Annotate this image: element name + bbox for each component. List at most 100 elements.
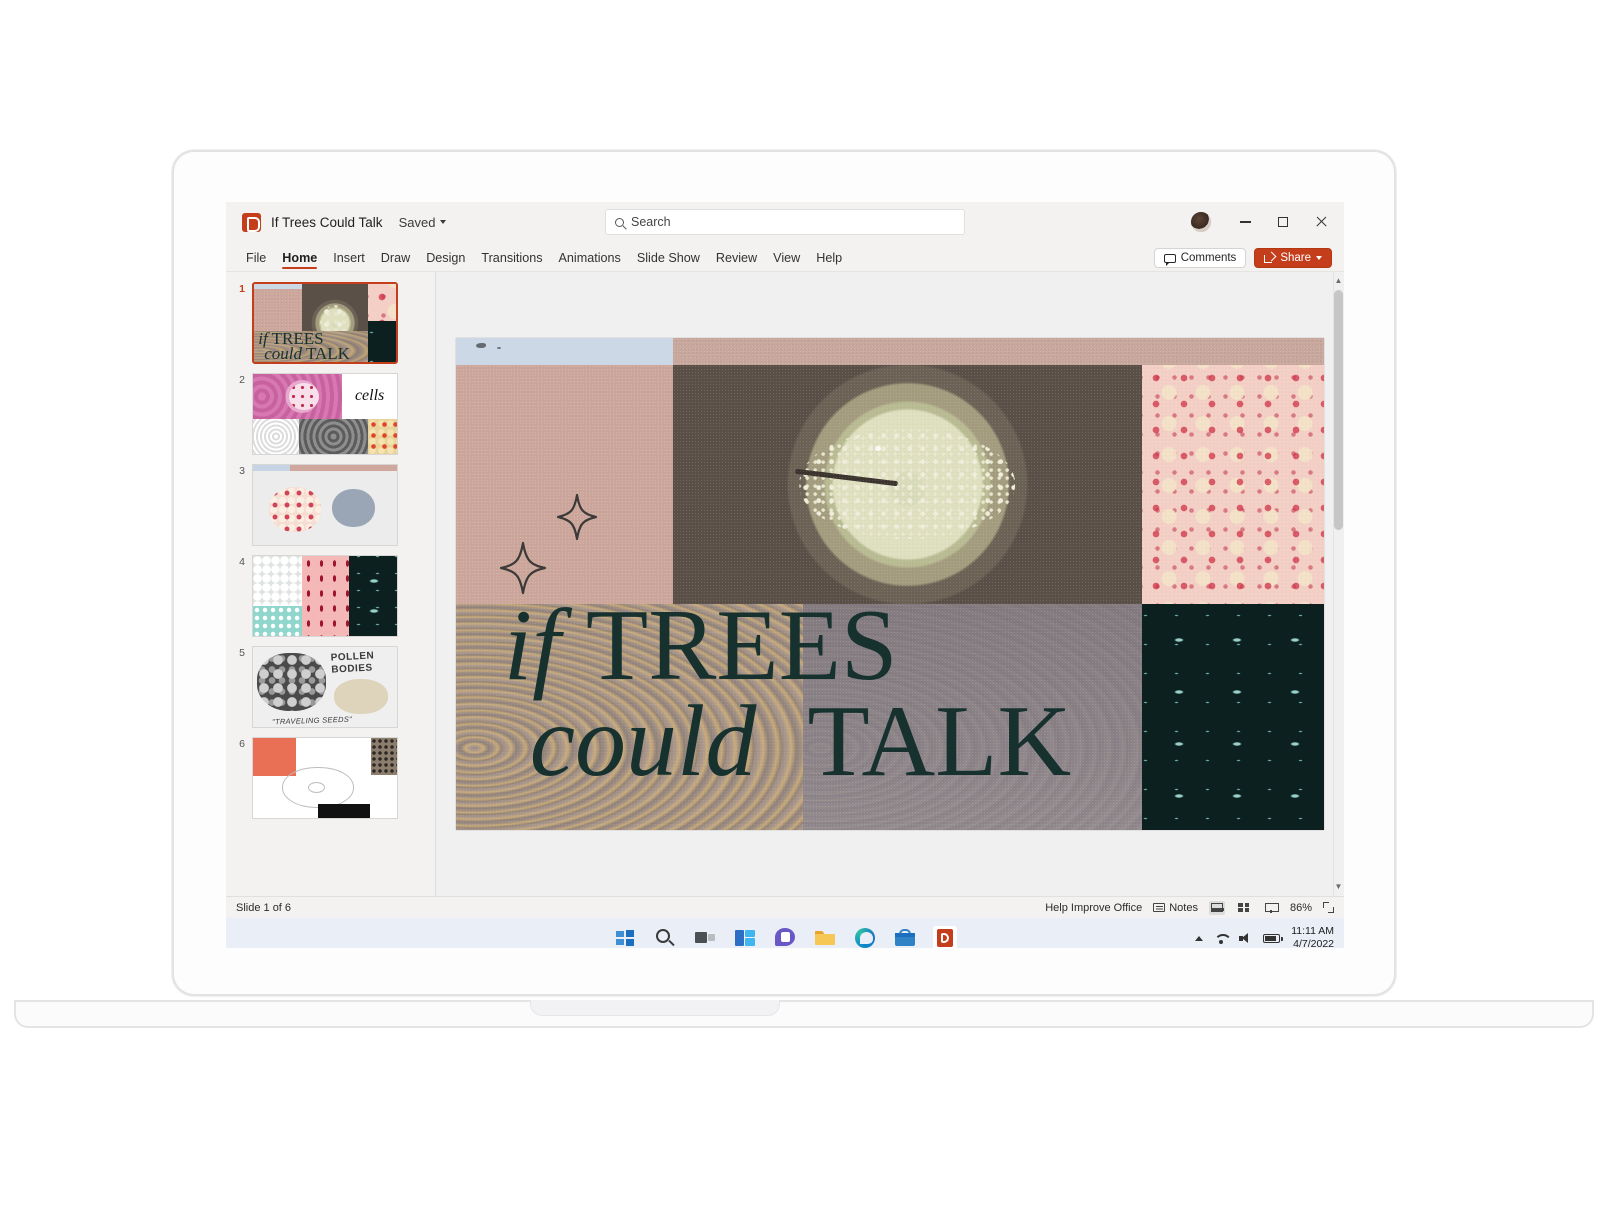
zoom-level[interactable]: 86% [1290,902,1312,914]
chevron-up-icon[interactable] [1195,935,1204,941]
comment-icon [1163,253,1176,266]
search-box[interactable]: Search [605,209,965,235]
close-button[interactable] [1302,205,1340,239]
normal-view-button[interactable] [1208,900,1225,915]
chevron-up-icon[interactable]: ▲ [1334,274,1343,288]
comments-label: Comments [1180,252,1237,264]
battery-icon[interactable] [1263,933,1283,943]
thumbnail-slide-3[interactable]: 3 [226,464,435,555]
store-icon[interactable] [893,926,917,948]
powerpoint-icon[interactable] [933,926,957,948]
status-bar-right: Help Improve Office Notes 86% [1045,900,1334,915]
thumbnail-number: 1 [239,283,245,295]
thumbnail-image-1[interactable]: if TREES could TALK [252,282,398,364]
close-icon [1315,216,1327,228]
thumbnail-number: 6 [239,738,245,750]
search-icon [615,217,624,227]
thumbnail-slide-6[interactable]: 6 [226,737,435,828]
four-point-star-icon [556,493,598,540]
notes-icon [1153,903,1166,912]
chevron-down-icon[interactable]: ▼ [1334,880,1343,894]
work-area: 1 if TREES could TALK 2 cells 3 4 5 POLL… [226,272,1344,896]
reading-view-icon [1264,902,1279,913]
tab-view[interactable]: View [765,248,808,271]
comments-button[interactable]: Comments [1153,248,1247,268]
ribbon-actions: Comments Share [1153,248,1332,271]
slide-sorter-icon [1238,903,1250,912]
help-improve-office-link[interactable]: Help Improve Office [1045,902,1142,914]
panel-sky-strip [456,338,673,366]
wifi-icon[interactable] [1214,933,1228,944]
thumbnail-slide-2[interactable]: 2 cells [226,373,435,464]
ribbon-tab-bar: File Home Insert Draw Design Transitions… [226,242,1344,272]
taskbar-icon-group [613,926,957,948]
chevron-down-icon [1316,256,1322,260]
file-explorer-icon[interactable] [813,926,837,948]
tray-date: 4/7/2022 [1293,938,1334,948]
thumbnail-image-5[interactable]: POLLEN BODIES "TRAVELING SEEDS" [252,646,398,728]
chat-teams-icon[interactable] [773,926,797,948]
thumbnail-number: 3 [239,465,245,477]
thumbnail-image-6[interactable] [252,737,398,819]
user-avatar[interactable] [1190,211,1212,233]
current-slide-canvas[interactable]: if TREES could TALK [456,338,1324,830]
slide-sorter-button[interactable] [1236,901,1252,915]
share-icon [1264,253,1275,263]
panel-mauve-strip [673,338,1324,366]
share-label: Share [1280,252,1311,264]
thumbnail-image-3[interactable] [252,464,398,546]
thumbnail-slide-4[interactable]: 4 [226,555,435,646]
notes-label: Notes [1169,901,1198,914]
panel-dusty-rose [456,365,673,604]
minimize-button[interactable] [1226,205,1264,239]
scrollbar-thumb[interactable] [1334,290,1343,530]
thumbnail-slide-5[interactable]: 5 POLLEN BODIES "TRAVELING SEEDS" [226,646,435,737]
tab-home[interactable]: Home [274,248,325,271]
slide-editing-pane[interactable]: if TREES could TALK ▲ ▼ [436,272,1344,896]
save-state-button[interactable]: Saved [399,215,447,230]
share-button[interactable]: Share [1254,248,1332,268]
volume-icon[interactable] [1239,932,1252,944]
thumbnail-number: 4 [239,556,245,568]
save-state-label: Saved [398,214,436,230]
widgets-icon[interactable] [733,926,757,948]
thumbnail-image-4[interactable] [252,555,398,637]
thumbnail-slide-1[interactable]: 1 if TREES could TALK [226,282,435,373]
vertical-scrollbar[interactable]: ▲ ▼ [1333,272,1344,896]
tab-transitions[interactable]: Transitions [473,248,550,271]
panel-stem-cross-section [673,365,1142,604]
tab-insert[interactable]: Insert [325,248,373,271]
search-input[interactable]: Search [631,215,671,229]
fit-to-window-icon[interactable] [1323,902,1334,913]
tab-animations[interactable]: Animations [551,248,629,271]
title-bar: If Trees Could Talk Saved Search [226,202,1344,242]
panel-pink-tissue [1141,365,1324,604]
maximize-icon [1278,217,1288,227]
slide-title-block[interactable]: if TREES could TALK [504,594,1129,792]
start-icon[interactable] [613,926,637,948]
chevron-down-icon [440,220,447,224]
tab-file[interactable]: File [238,248,274,271]
laptop-trackpad-notch [530,1000,780,1016]
window-controls [1190,205,1340,239]
screen: If Trees Could Talk Saved Search File Ho… [226,202,1344,948]
tab-review[interactable]: Review [708,248,765,271]
search-icon[interactable] [653,926,677,948]
notes-button[interactable]: Notes [1153,902,1198,914]
task-view-icon[interactable] [693,926,717,948]
thumbnail-image-2[interactable]: cells [252,373,398,455]
tab-draw[interactable]: Draw [373,248,418,271]
powerpoint-icon [242,212,261,232]
slide-title-could: could [529,684,757,798]
maximize-button[interactable] [1264,205,1302,239]
tab-design[interactable]: Design [418,248,473,271]
tab-slide-show[interactable]: Slide Show [629,248,708,271]
edge-icon[interactable] [853,926,877,948]
slide-title-talk: TALK [807,684,1072,798]
slide-thumbnail-pane[interactable]: 1 if TREES could TALK 2 cells 3 4 5 POLL… [226,272,436,896]
reading-view-button[interactable] [1263,901,1279,915]
clock[interactable]: 11:11 AM 4/7/2022 [1291,925,1334,948]
tray-time: 11:11 AM [1291,924,1334,937]
four-point-star-icon [499,541,547,594]
tab-help[interactable]: Help [808,248,850,271]
